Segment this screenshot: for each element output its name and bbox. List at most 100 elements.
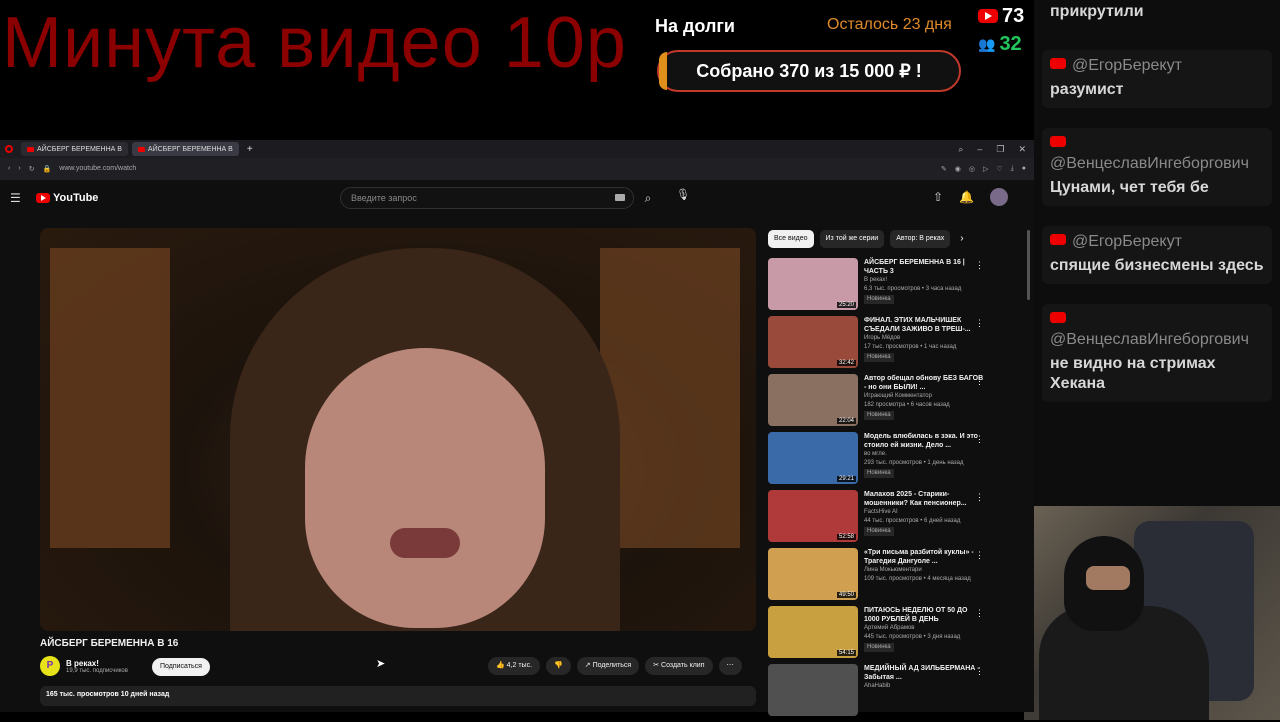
video-title[interactable]: Модель влюбилась в зэка. И это стоило ей… [864, 432, 984, 450]
recommended-video[interactable]: 32:42 ФИНАЛ. ЭТИХ МАЛЬЧИШЕК СЪЕДАЛИ ЗАЖИВ… [768, 316, 1018, 374]
new-badge: Новинка [864, 353, 894, 362]
channel-name[interactable]: FactsHive AI [864, 508, 984, 517]
close-icon[interactable]: ✕ [1018, 144, 1026, 155]
mic-icon[interactable]: 🎙 [676, 188, 690, 201]
search-input[interactable]: Введите запрос [340, 187, 634, 209]
video-info: Автор обещал обнову БЕЗ БАГОВ - но они Б… [864, 374, 984, 432]
browser-tab[interactable]: АЙСБЕРГ БЕРЕМЕННА В [21, 142, 128, 156]
more-actions-button[interactable]: ⋯ [718, 657, 742, 675]
download-icon[interactable]: ⤓ [1011, 165, 1014, 173]
video-duration: 32:42 [836, 360, 856, 366]
video-thumbnail[interactable]: 52:58 [768, 490, 858, 542]
scrollbar[interactable] [1027, 230, 1030, 300]
restore-icon[interactable]: ❐ [996, 144, 1004, 155]
video-player[interactable] [40, 228, 756, 631]
avatar[interactable] [990, 188, 1008, 206]
video-title[interactable]: МЕДИЙНЫЙ АД ЗИЛЬБЕРМАНА - Забытая ... [864, 664, 984, 682]
play-icon[interactable]: ▷ [983, 165, 988, 173]
channel-name[interactable]: В реках! [864, 276, 984, 285]
search-icon[interactable]: ⌕ [634, 187, 662, 209]
profile-icon[interactable]: ● [1022, 165, 1026, 173]
more-vert-icon[interactable]: ⋮ [975, 492, 984, 503]
video-title[interactable]: ФИНАЛ. ЭТИХ МАЛЬЧИШЕК СЪЕДАЛИ ЗАЖИВО В Т… [864, 316, 984, 334]
like-count: 4,2 тыс. [506, 662, 533, 669]
video-title[interactable]: ПИТАЮСЬ НЕДЕЛЮ ОТ 50 ДО 1000 РУБЛЕЙ В ДЕ… [864, 606, 984, 624]
recommended-video[interactable]: 49:50 «Три письма разбитой куклы» - Траге… [768, 548, 1018, 606]
new-tab-icon[interactable]: + [247, 144, 253, 155]
more-vert-icon[interactable]: ⋮ [975, 318, 984, 329]
subscribe-button[interactable]: Подписаться [152, 658, 210, 676]
video-duration: 22:04 [836, 418, 856, 424]
video-title[interactable]: АЙСБЕРГ БЕРЕМЕННА В 16 | ЧАСТЬ 3 [864, 258, 984, 276]
url-field[interactable]: www.youtube.com/watch [59, 165, 136, 172]
opera-icon[interactable] [5, 145, 13, 153]
search-tabs-icon[interactable]: ⌕ [958, 144, 963, 155]
channel-name[interactable]: Игорь Мёдов [864, 334, 984, 343]
edit-icon[interactable]: ✎ [941, 165, 947, 173]
reload-icon[interactable]: ↻ [29, 165, 35, 173]
video-duration: 25:20 [836, 302, 856, 308]
more-vert-icon[interactable]: ⋮ [975, 260, 984, 271]
channel-name[interactable]: во мгле. [864, 450, 984, 459]
video-thumbnail[interactable]: 54:15 [768, 606, 858, 658]
channel-avatar[interactable]: P [40, 656, 60, 676]
recommended-video[interactable]: 22:04 Автор обещал обнову БЕЗ БАГОВ - но … [768, 374, 1018, 432]
recommended-video[interactable]: МЕДИЙНЫЙ АД ЗИЛЬБЕРМАНА - Забытая ... Aha… [768, 664, 1018, 722]
shield-icon[interactable]: ◎ [969, 165, 975, 173]
video-thumbnail[interactable]: 25:20 [768, 258, 858, 310]
more-vert-icon[interactable]: ⋮ [975, 666, 984, 677]
keyboard-icon[interactable] [615, 194, 625, 201]
lock-icon: 🔒 [42, 165, 52, 173]
recommended-video[interactable]: 52:58 Малахов 2025 - Старики-мошенники? К… [768, 490, 1018, 548]
description-box[interactable]: 165 тыс. просмотров 10 дней назад [40, 686, 756, 706]
chevron-right-icon[interactable]: › [960, 230, 963, 248]
video-info: ФИНАЛ. ЭТИХ МАЛЬЧИШЕК СЪЕДАЛИ ЗАЖИВО В Т… [864, 316, 984, 374]
browser-tab[interactable]: АЙСБЕРГ БЕРЕМЕННА В [131, 142, 239, 156]
chip-author[interactable]: Автор: В реках [890, 230, 951, 248]
video-thumbnail[interactable]: 49:50 [768, 548, 858, 600]
youtube-logo[interactable]: YouTube [36, 192, 98, 204]
more-icon: ⋯ [726, 662, 734, 669]
clip-button[interactable]: ✂ Создать клип [645, 657, 713, 675]
forward-icon[interactable]: › [18, 165, 20, 172]
share-button[interactable]: ↗ Поделиться [576, 657, 640, 675]
like-button[interactable]: 👍 4,2 тыс. [488, 657, 541, 675]
upload-icon[interactable]: ⇧ [933, 190, 943, 204]
video-meta: 17 тыс. просмотров • 1 час назад [864, 344, 957, 350]
menu-icon[interactable]: ☰ [10, 191, 21, 205]
video-thumbnail[interactable]: 22:04 [768, 374, 858, 426]
mouse-cursor-icon: ➤ [376, 658, 386, 670]
chip-all[interactable]: Все видео [768, 230, 814, 248]
video-thumbnail[interactable]: 29:21 [768, 432, 858, 484]
recommended-video[interactable]: 25:20 АЙСБЕРГ БЕРЕМЕННА В 16 | ЧАСТЬ 3В р… [768, 258, 1018, 316]
video-title[interactable]: «Три письма разбитой куклы» - Трагедия Д… [864, 548, 984, 566]
recommended-video[interactable]: 54:15 ПИТАЮСЬ НЕДЕЛЮ ОТ 50 ДО 1000 РУБЛЕЙ… [768, 606, 1018, 664]
more-vert-icon[interactable]: ⋮ [975, 608, 984, 619]
stream-chat: прикрутили @ЕгорБерекут разумист @Венцесл… [1034, 0, 1280, 510]
camera-icon[interactable]: ◉ [955, 165, 961, 173]
channel-name[interactable]: Играющий Комментатор [864, 392, 984, 401]
chip-series[interactable]: Из той же серии [819, 230, 885, 248]
video-thumbnail[interactable]: 32:42 [768, 316, 858, 368]
channel-name[interactable]: AhaHabib [864, 682, 984, 691]
more-vert-icon[interactable]: ⋮ [975, 434, 984, 445]
channel-name[interactable]: Лина Мокьюментари [864, 566, 984, 575]
video-title[interactable]: Малахов 2025 - Старики-мошенники? Как пе… [864, 490, 984, 508]
video-title[interactable]: Автор обещал обнову БЕЗ БАГОВ - но они Б… [864, 374, 984, 392]
chat-nick: @ВенцеславИнгеборгович [1050, 331, 1249, 348]
recommended-video[interactable]: 29:21 Модель влюбилась в зэка. И это стои… [768, 432, 1018, 490]
channel-info[interactable]: P В реках! 19,9 тыс. подписчиков [40, 656, 128, 676]
more-vert-icon[interactable]: ⋮ [975, 550, 984, 561]
window-controls: ⌕ – ❐ ✕ [958, 144, 1034, 155]
channel-name[interactable]: Артемий Абрамов [864, 624, 984, 633]
dislike-button[interactable]: 👎 [546, 657, 571, 675]
channel-name[interactable]: В реках! [66, 659, 128, 668]
bell-icon[interactable]: 🔔 [959, 190, 974, 204]
chat-text: не видно на стримах Хекана [1050, 355, 1216, 392]
minimize-icon[interactable]: – [977, 144, 982, 155]
back-icon[interactable]: ‹ [8, 165, 10, 172]
video-thumbnail[interactable] [768, 664, 858, 716]
more-vert-icon[interactable]: ⋮ [975, 376, 984, 387]
heart-icon[interactable]: ♡ [996, 165, 1002, 173]
tab-label: АЙСБЕРГ БЕРЕМЕННА В [37, 145, 122, 153]
